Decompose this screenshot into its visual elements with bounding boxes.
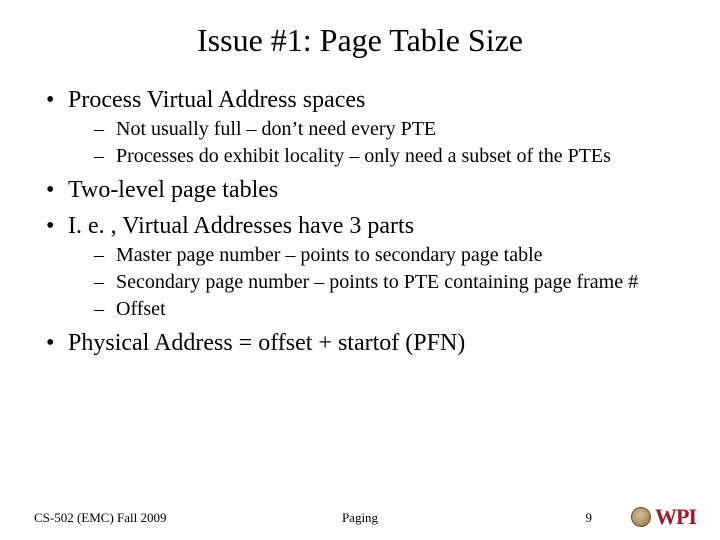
- footer-center: Paging: [0, 510, 720, 526]
- bullet-list: Process Virtual Address spaces Not usual…: [40, 85, 680, 358]
- sub-item: Secondary page number – points to PTE co…: [68, 270, 680, 295]
- slide-footer: CS-502 (EMC) Fall 2009 Paging 9 WPI: [0, 496, 720, 526]
- sub-item: Not usually full – don’t need every PTE: [68, 117, 680, 142]
- bullet-item: Two-level page tables: [40, 175, 680, 205]
- logo-text: WPI: [655, 504, 696, 530]
- slide-content: Process Virtual Address spaces Not usual…: [0, 69, 720, 358]
- sub-list: Master page number – points to secondary…: [68, 243, 680, 322]
- sub-item: Offset: [68, 297, 680, 322]
- logo-seal-icon: [631, 507, 651, 527]
- bullet-item: Process Virtual Address spaces Not usual…: [40, 85, 680, 169]
- bullet-item: I. e. , Virtual Addresses have 3 parts M…: [40, 211, 680, 322]
- bullet-text: Process Virtual Address spaces: [68, 87, 365, 113]
- sub-item: Processes do exhibit locality – only nee…: [68, 144, 680, 169]
- slide-title: Issue #1: Page Table Size: [0, 0, 720, 69]
- footer-page-number: 9: [586, 510, 593, 526]
- slide: Issue #1: Page Table Size Process Virtua…: [0, 0, 720, 540]
- sub-item: Master page number – points to secondary…: [68, 243, 680, 268]
- wpi-logo: WPI: [631, 504, 696, 530]
- sub-list: Not usually full – don’t need every PTE …: [68, 117, 680, 169]
- bullet-text: I. e. , Virtual Addresses have 3 parts: [68, 213, 414, 239]
- bullet-item: Physical Address = offset + startof (PFN…: [40, 328, 680, 358]
